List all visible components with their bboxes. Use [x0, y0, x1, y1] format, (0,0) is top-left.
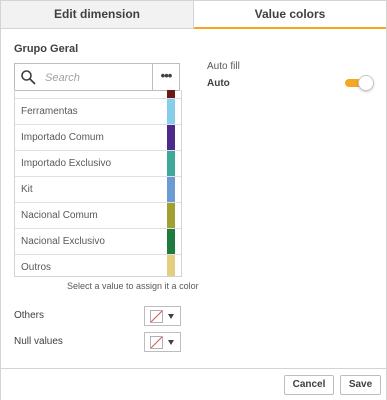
search-icon: [20, 69, 36, 85]
color-swatch[interactable]: [167, 177, 175, 202]
list-item-label: Importado Comum: [21, 132, 104, 143]
list-item-label: Importado Exclusivo: [21, 158, 112, 169]
list-item[interactable]: Outros: [15, 254, 181, 276]
no-color-icon: [150, 310, 163, 323]
null-values-label: Null values: [14, 336, 63, 347]
search-input[interactable]: [43, 68, 157, 88]
save-button[interactable]: Save: [340, 375, 381, 395]
null-values-color-picker[interactable]: [144, 332, 181, 352]
auto-fill-toggle[interactable]: [345, 75, 374, 91]
others-label: Others: [14, 310, 45, 321]
list-item[interactable]: [15, 90, 181, 98]
color-swatch[interactable]: [167, 151, 175, 176]
dialog-footer: Cancel Save: [1, 368, 386, 400]
value-list: Ferramentas Importado Comum Importado Ex…: [14, 90, 182, 277]
caret-down-icon: [168, 314, 174, 319]
others-color-picker[interactable]: [144, 306, 181, 326]
list-item-label: Nacional Comum: [21, 210, 98, 221]
no-color-icon: [150, 336, 163, 349]
search-box: •••: [14, 63, 180, 91]
list-item-label: Kit: [21, 184, 33, 195]
group-title: Grupo Geral: [14, 43, 79, 55]
list-item[interactable]: Nacional Comum: [15, 202, 181, 228]
more-options-button[interactable]: •••: [152, 64, 179, 90]
list-item[interactable]: Nacional Exclusivo: [15, 228, 181, 254]
caret-down-icon: [168, 340, 174, 345]
auto-label: Auto: [207, 78, 230, 89]
toggle-knob[interactable]: [358, 75, 374, 91]
list-item[interactable]: Ferramentas: [15, 98, 181, 124]
list-item[interactable]: Importado Exclusivo: [15, 150, 181, 176]
tab-bar: Edit dimension Value colors: [1, 1, 386, 29]
list-item-label: Nacional Exclusivo: [21, 236, 105, 247]
color-swatch[interactable]: [167, 203, 175, 228]
helper-text: Select a value to assign it a color: [67, 281, 199, 291]
list-item-label: Outros: [21, 262, 52, 273]
auto-fill-label: Auto fill: [207, 61, 240, 72]
color-swatch[interactable]: [167, 255, 175, 276]
list-item-label: Ferramentas: [21, 106, 78, 117]
tab-value-colors[interactable]: Value colors: [194, 1, 386, 29]
color-swatch[interactable]: [167, 90, 175, 98]
tab-edit-dimension[interactable]: Edit dimension: [1, 1, 194, 29]
color-swatch[interactable]: [167, 99, 175, 124]
color-swatch[interactable]: [167, 229, 175, 254]
value-colors-dialog: Edit dimension Value colors Grupo Geral …: [0, 0, 387, 400]
list-item[interactable]: Kit: [15, 176, 181, 202]
cancel-button[interactable]: Cancel: [284, 375, 334, 395]
list-item[interactable]: Importado Comum: [15, 124, 181, 150]
color-swatch[interactable]: [167, 125, 175, 150]
